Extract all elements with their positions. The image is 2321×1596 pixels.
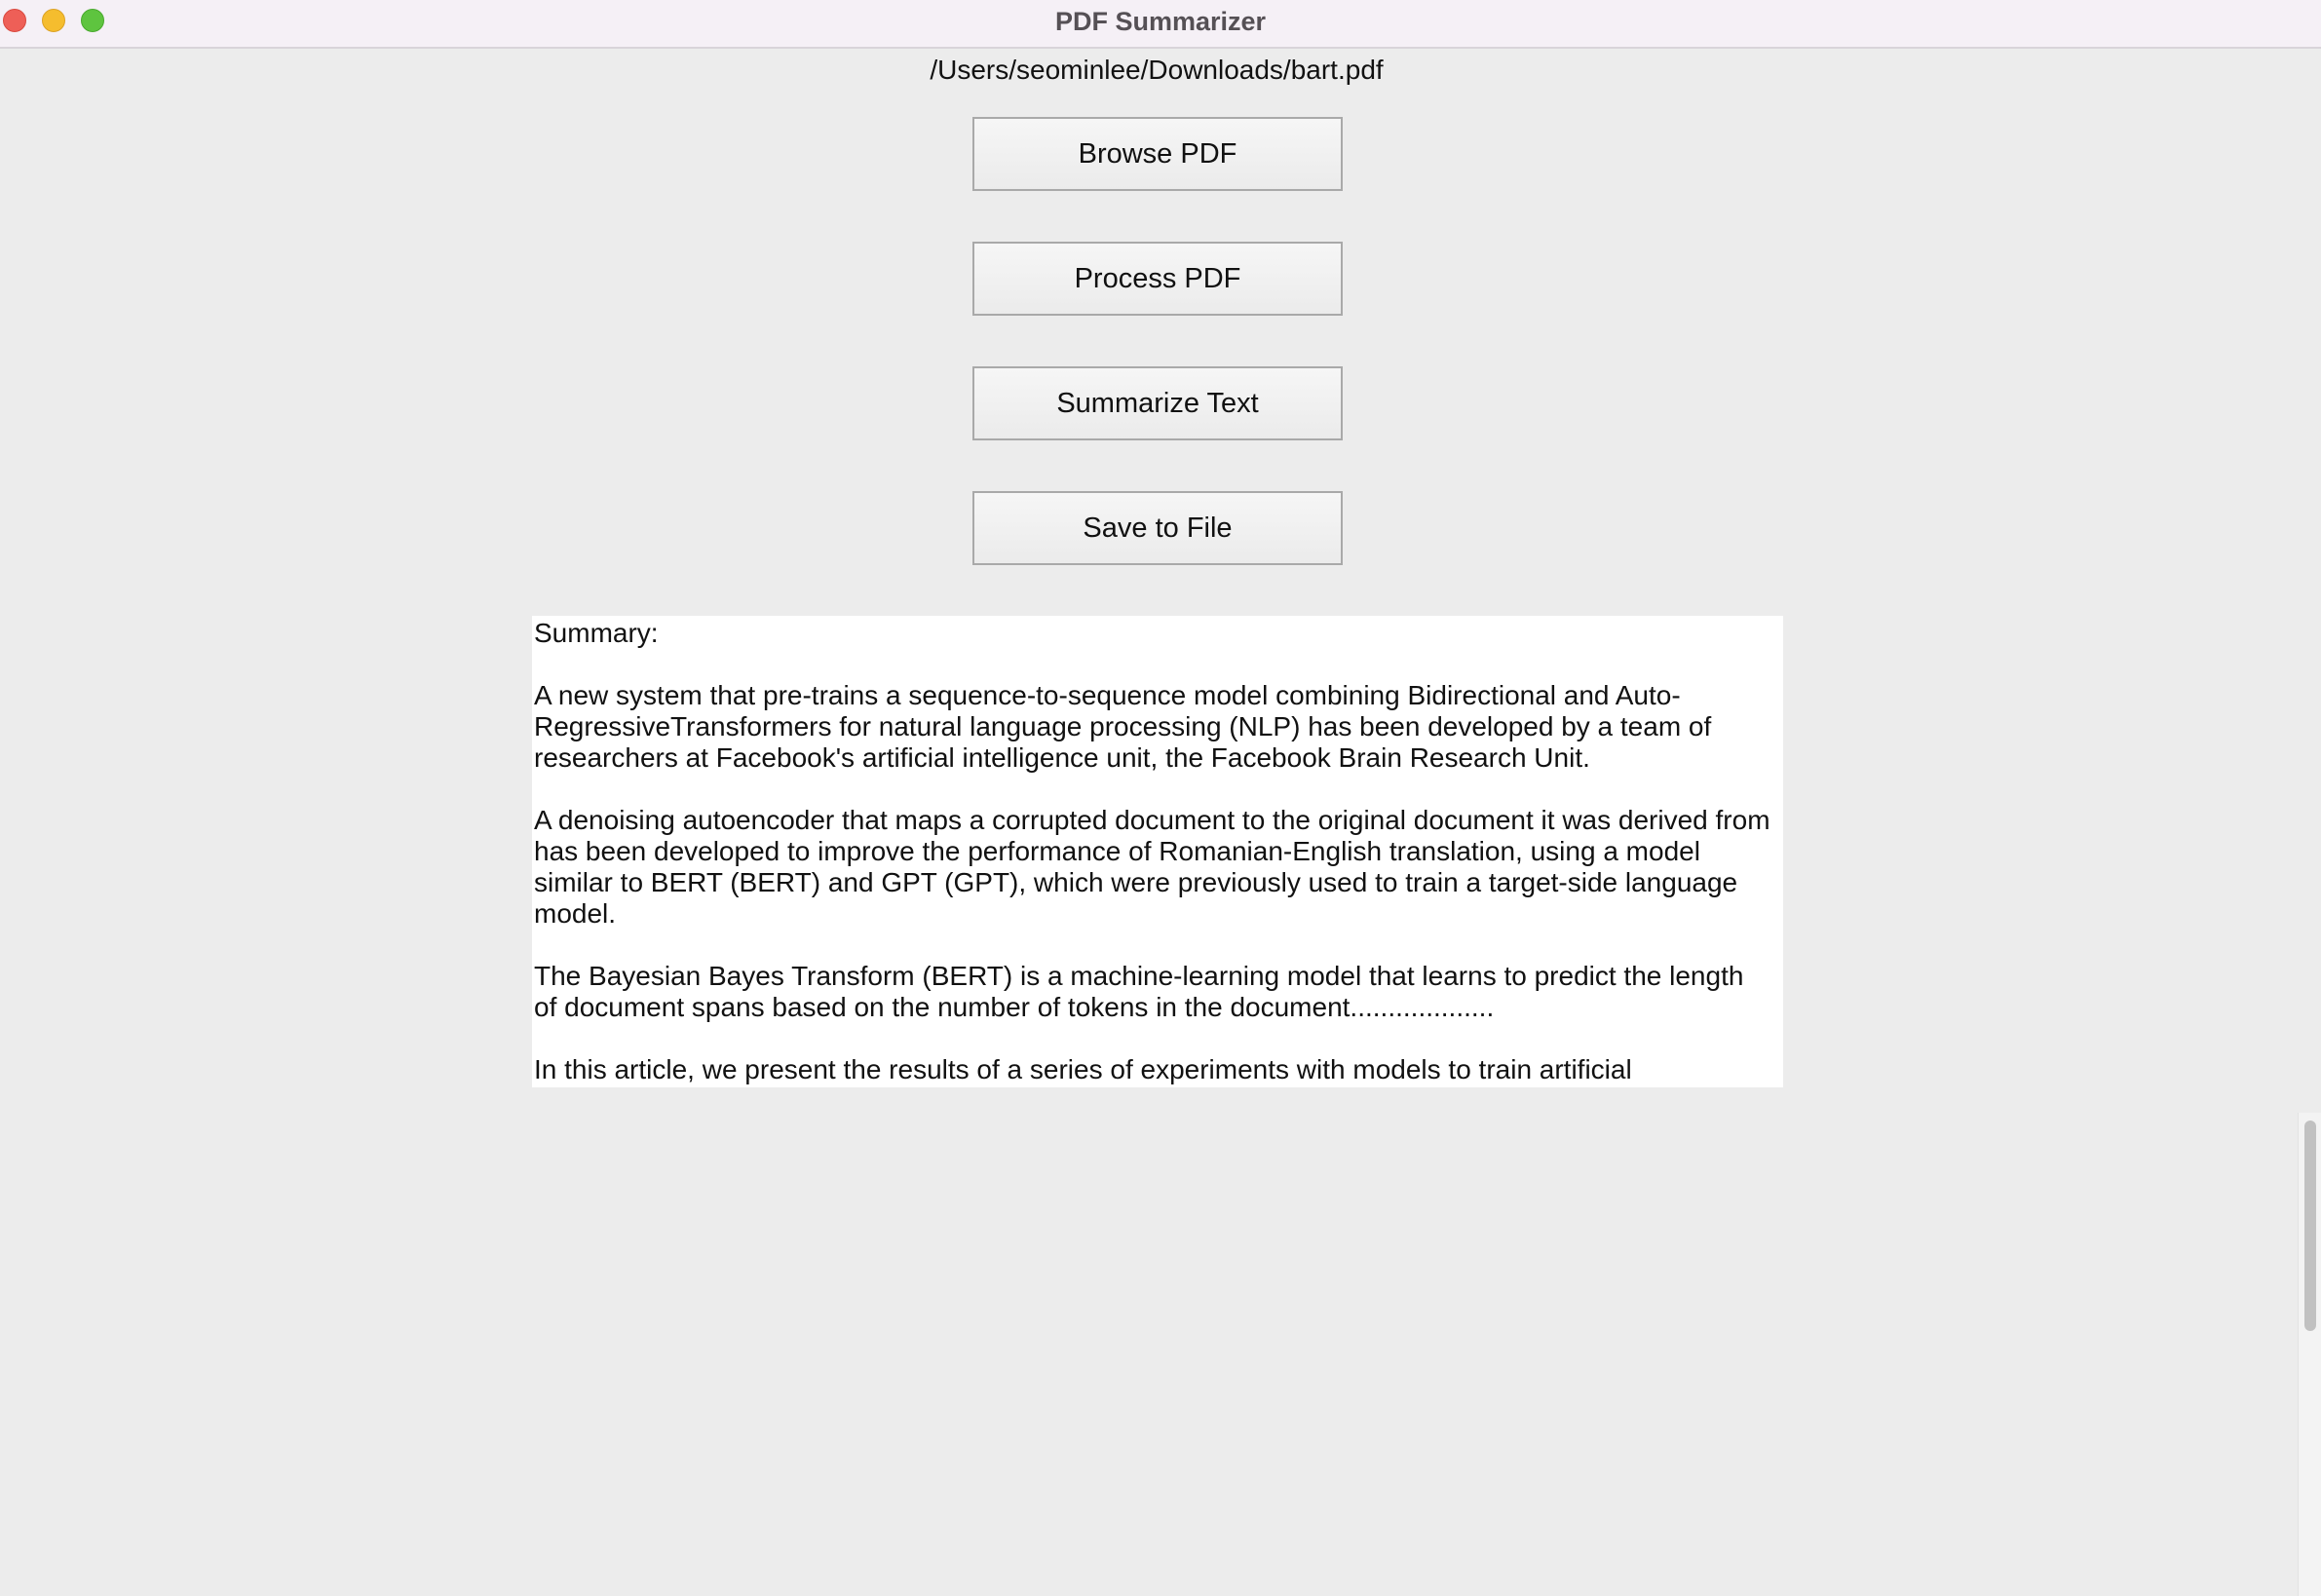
selected-file-path: /Users/seominlee/Downloads/bart.pdf — [930, 55, 1384, 85]
summary-paragraph: The Bayesian Bayes Transform (BERT) is a… — [534, 961, 1744, 1022]
title-bar[interactable]: PDF Summarizer — [0, 0, 2321, 49]
save-to-file-button[interactable]: Save to File — [972, 491, 1343, 565]
browse-pdf-button[interactable]: Browse PDF — [972, 117, 1343, 191]
summarize-text-button[interactable]: Summarize Text — [972, 366, 1343, 440]
summary-paragraph: In this article, we present the results … — [534, 1054, 1632, 1084]
summary-paragraph: A new system that pre-trains a sequence-… — [534, 680, 1712, 773]
summary-text-area[interactable]: Summary: A new system that pre-trains a … — [532, 616, 1783, 1087]
summary-paragraph: A denoising autoencoder that maps a corr… — [534, 805, 1770, 929]
scrollbar-thumb[interactable] — [2304, 1121, 2316, 1331]
summary-heading: Summary: — [534, 618, 659, 648]
app-window: PDF Summarizer /Users/seominlee/Download… — [0, 0, 2321, 1596]
process-pdf-button[interactable]: Process PDF — [972, 242, 1343, 316]
vertical-scrollbar[interactable] — [2298, 1113, 2321, 1596]
window-title: PDF Summarizer — [1054, 7, 1267, 36]
